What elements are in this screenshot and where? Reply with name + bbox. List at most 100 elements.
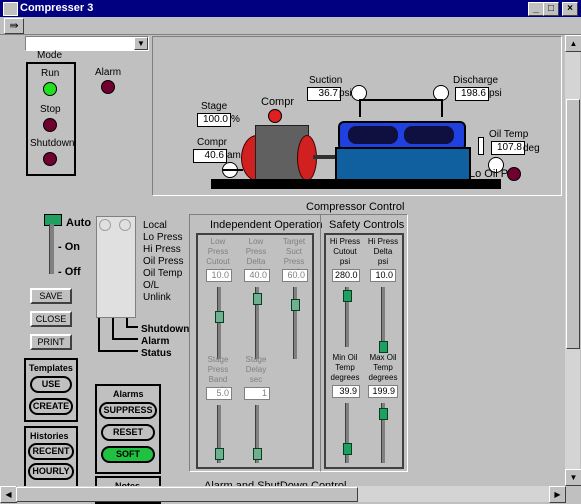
soft-button[interactable]: SOFT	[101, 446, 155, 463]
suction-label: Suction	[309, 75, 343, 86]
stage-unit: %	[231, 114, 240, 125]
alarms-panel: Alarms SUPPRESS RESET SOFT	[95, 384, 161, 474]
templates-panel: Templates USE CREATE	[24, 358, 78, 422]
stage-delay-thumb[interactable]	[253, 448, 262, 460]
horizontal-scrollbar[interactable]: ◀ ▶	[0, 486, 566, 503]
close-window-button[interactable]: ×	[562, 2, 578, 16]
maximize-button[interactable]: □	[543, 2, 559, 16]
stage-delay-value[interactable]: 1	[244, 387, 270, 400]
discharge-label: Discharge	[453, 75, 499, 86]
low-press-delta-thumb[interactable]	[253, 293, 262, 305]
discharge-pipe	[441, 99, 443, 117]
scroll-left-icon[interactable]: ◀	[0, 486, 17, 503]
mode-switch-track[interactable]	[49, 224, 54, 274]
min-oil-temp-label: Min Oil Temp degrees	[330, 353, 360, 382]
horizontal-scroll-thumb[interactable]	[16, 487, 358, 502]
suction-unit: psi	[339, 88, 352, 99]
run-lamp[interactable]	[43, 82, 57, 96]
compr-lamp	[268, 109, 282, 123]
hi-press-cutout-value[interactable]: 280.0	[332, 269, 360, 282]
hourly-button[interactable]: HOURLY	[28, 463, 74, 480]
recent-button[interactable]: RECENT	[28, 443, 74, 460]
alarm-status-label: Alarm	[141, 336, 170, 347]
shutdown-lamp[interactable]	[43, 152, 57, 166]
compr-label: Compr	[261, 96, 295, 108]
indicator-label-unlink: Unlink	[143, 292, 171, 303]
stage-label: Stage	[201, 101, 228, 112]
max-oil-temp-value[interactable]: 199.9	[368, 385, 398, 398]
on-label: - On	[58, 241, 80, 253]
use-button[interactable]: USE	[30, 376, 72, 393]
shutdown-label: Shutdown	[30, 138, 75, 149]
stage-press-band-value[interactable]: 5.0	[206, 387, 232, 400]
discharge-unit: psi	[489, 88, 502, 99]
oil-temp-value: 107.8	[491, 141, 525, 155]
suction-value: 36.7	[307, 87, 341, 101]
stage-press-band-thumb[interactable]	[215, 448, 224, 460]
compressor-crankcase	[335, 147, 471, 183]
shutdown-status-label: Shutdown	[141, 324, 190, 335]
reset-button[interactable]: RESET	[101, 424, 155, 441]
indicator-lamp	[99, 219, 111, 231]
minimize-button[interactable]: _	[528, 2, 544, 16]
run-label: Run	[41, 68, 60, 79]
create-button[interactable]: CREATE	[29, 398, 73, 415]
title-bar: Compresser 3 _ □ ×	[0, 0, 581, 17]
oil-temp-label: Oil Temp	[489, 129, 529, 140]
indicator-label-lo-press: Lo Press	[143, 232, 183, 243]
hi-press-cutout-thumb[interactable]	[343, 290, 352, 302]
bracket-line	[98, 318, 100, 352]
target-suct-press-thumb[interactable]	[291, 299, 300, 311]
low-press-cutout-slider[interactable]	[217, 287, 221, 359]
indicator-labels: Local Lo Press Hi Press Oil Press Oil Te…	[143, 220, 184, 304]
view-select[interactable]: ▼	[25, 36, 149, 51]
indicator-column	[96, 216, 136, 318]
independent-operation-panel: Independent Operation Low Press Cutout p…	[189, 214, 323, 472]
mode-heading: Mode	[37, 50, 63, 61]
safety-heading: Safety Controls	[329, 219, 405, 231]
alarm-label: Alarm	[95, 67, 122, 78]
off-label: - Off	[58, 266, 81, 278]
alarm-lamp	[101, 80, 115, 94]
independent-grid: Low Press Cutout psi Low Press Delta psi…	[196, 233, 314, 469]
chevron-down-icon[interactable]: ▼	[134, 37, 148, 50]
print-button[interactable]: PRINT	[30, 334, 72, 350]
status-label: Status	[141, 348, 172, 359]
min-oil-temp-thumb[interactable]	[343, 443, 352, 455]
head-left-cylinder	[348, 126, 398, 144]
target-suct-press-slider[interactable]	[293, 287, 297, 359]
vertical-scroll-thumb[interactable]	[566, 99, 580, 349]
target-suct-press-value[interactable]: 60.0	[282, 269, 308, 282]
bracket-line	[112, 318, 114, 340]
hi-press-delta-thumb[interactable]	[379, 341, 388, 353]
scroll-right-icon[interactable]: ▶	[549, 486, 566, 503]
low-press-cutout-value[interactable]: 10.0	[206, 269, 232, 282]
stop-label: Stop	[40, 104, 61, 115]
window-title: Compresser 3	[20, 2, 94, 14]
scroll-down-icon[interactable]: ▼	[565, 469, 581, 486]
suction-pipe	[361, 99, 441, 101]
low-press-delta-value[interactable]: 40.0	[244, 269, 270, 282]
arrow-icon[interactable]: ⇛	[4, 18, 24, 34]
stop-lamp[interactable]	[43, 118, 57, 132]
auto-label: Auto	[66, 217, 92, 229]
indicator-lamp	[119, 219, 131, 231]
low-press-cutout-thumb[interactable]	[215, 311, 224, 323]
mode-panel: Run Stop Shutdown	[26, 62, 76, 176]
safety-controls-panel: Safety Controls Hi Press Cutout psi Hi P…	[320, 214, 408, 472]
max-oil-temp-thumb[interactable]	[379, 408, 388, 420]
suppress-button[interactable]: SUPPRESS	[99, 402, 157, 419]
min-oil-temp-value[interactable]: 39.9	[332, 385, 360, 398]
scroll-up-icon[interactable]: ▲	[565, 35, 581, 52]
safety-grid: Hi Press Cutout psi Hi Press Delta psi 2…	[324, 233, 404, 469]
indicator-label-local: Local	[143, 220, 167, 231]
toolbar: ⇛	[0, 17, 581, 35]
head-right-cylinder	[404, 126, 454, 144]
close-button[interactable]: CLOSE	[30, 311, 72, 327]
save-button[interactable]: SAVE	[30, 288, 72, 304]
vertical-scrollbar[interactable]: ▲ ▼	[565, 35, 581, 486]
hi-press-delta-value[interactable]: 10.0	[370, 269, 396, 282]
skid-base	[211, 179, 501, 189]
indicator-label-ol: O/L	[143, 280, 160, 291]
hi-press-delta-slider[interactable]	[381, 287, 385, 347]
